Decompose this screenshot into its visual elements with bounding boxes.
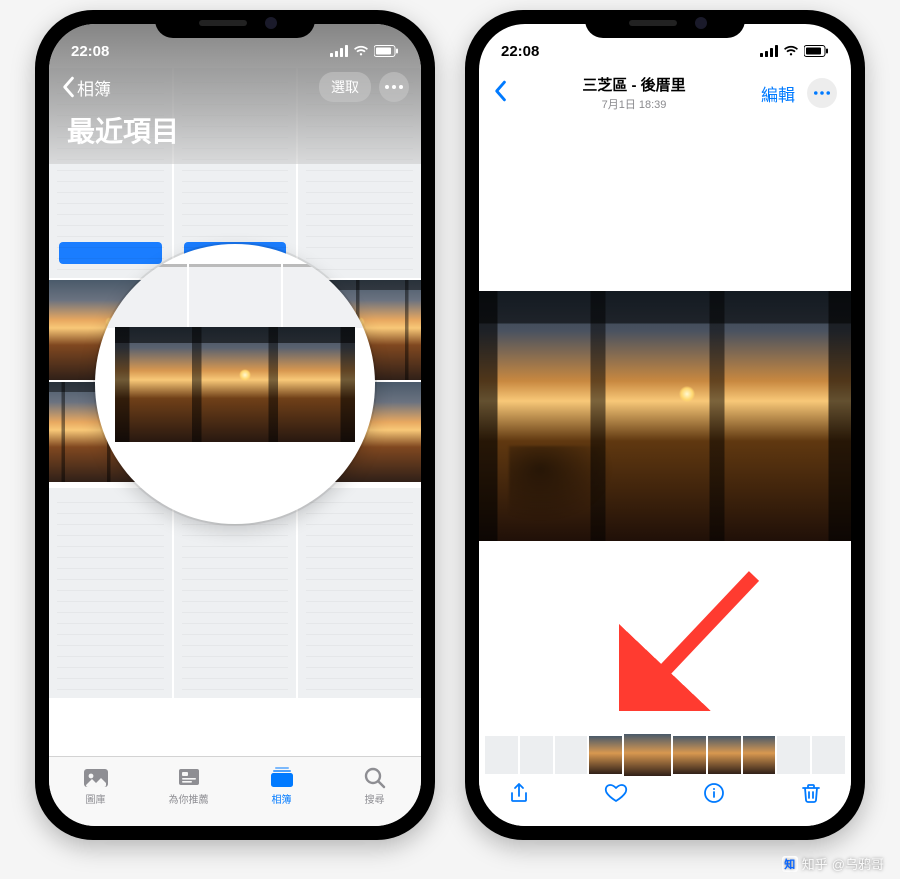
watermark-site: 知乎 — [802, 854, 828, 873]
zhihu-logo-icon: 知 — [782, 856, 798, 872]
more-button[interactable] — [379, 72, 409, 102]
heart-icon — [604, 781, 628, 805]
status-time: 22:08 — [501, 43, 539, 60]
filmstrip-thumb[interactable] — [708, 736, 741, 774]
ellipsis-icon — [385, 85, 403, 89]
tab-albums[interactable]: 相簿 — [235, 757, 328, 826]
albums-icon — [268, 765, 296, 789]
delete-button[interactable] — [799, 781, 823, 810]
tab-library[interactable]: 圖庫 — [49, 757, 142, 826]
filmstrip-thumb[interactable] — [777, 736, 810, 774]
status-time: 22:08 — [71, 43, 109, 60]
page-title: 最近項目 — [49, 106, 421, 154]
phone-frame-left: 22:08 — [35, 10, 435, 840]
tab-for-you[interactable]: 為你推薦 — [142, 757, 235, 826]
pinch-zoom-preview — [95, 244, 375, 524]
chevron-left-icon — [493, 80, 507, 102]
phone-frame-right: 22:08 三芝區 - 後厝里 7月1日 18:39 編輯 — [465, 10, 865, 840]
battery-icon — [374, 45, 399, 57]
status-indicators — [330, 45, 399, 57]
more-button[interactable] — [807, 78, 837, 108]
tab-label: 為你推薦 — [169, 791, 209, 806]
back-button[interactable] — [493, 80, 507, 107]
photo-main[interactable] — [479, 291, 851, 541]
search-icon — [361, 765, 389, 789]
photo-title-group: 三芝區 - 後厝里 7月1日 18:39 — [582, 74, 685, 112]
screen-left: 22:08 — [49, 24, 421, 826]
share-button[interactable] — [507, 781, 531, 810]
filmstrip-thumb-selected[interactable] — [624, 734, 671, 776]
tab-search[interactable]: 搜尋 — [328, 757, 421, 826]
ellipsis-icon — [814, 91, 830, 95]
filmstrip-thumb[interactable] — [485, 736, 518, 774]
photo-location: 三芝區 - 後厝里 — [582, 74, 685, 95]
chevron-left-icon — [61, 76, 75, 98]
edit-button[interactable]: 編輯 — [761, 81, 795, 106]
annotation-arrow — [619, 561, 769, 716]
photo-toolbar — [479, 776, 851, 826]
detail-nav: 三芝區 - 後厝里 7月1日 18:39 編輯 — [479, 68, 851, 116]
arrow-icon — [619, 561, 769, 711]
back-button[interactable]: 相簿 — [61, 75, 111, 100]
notch — [585, 10, 745, 38]
tab-bar: 圖庫 為你推薦 相簿 搜尋 — [49, 756, 421, 826]
photo-viewer[interactable] — [479, 116, 851, 826]
status-indicators — [760, 45, 829, 57]
tab-label: 相簿 — [272, 791, 292, 806]
watermark: 知 知乎 @乌鸦哥 — [782, 854, 884, 873]
filmstrip-thumb[interactable] — [589, 736, 622, 774]
filmstrip-thumb[interactable] — [743, 736, 776, 774]
share-icon — [507, 781, 531, 805]
signal-icon — [760, 45, 778, 57]
info-icon — [702, 781, 726, 805]
wifi-icon — [353, 45, 369, 57]
favorite-button[interactable] — [604, 781, 628, 810]
filmstrip-thumb[interactable] — [673, 736, 706, 774]
zoomed-photo — [115, 327, 355, 442]
trash-icon — [799, 781, 823, 805]
for-you-icon — [175, 765, 203, 789]
wifi-icon — [783, 45, 799, 57]
info-button[interactable] — [702, 781, 726, 810]
battery-icon — [804, 45, 829, 57]
filmstrip-thumb[interactable] — [520, 736, 553, 774]
screen-right: 22:08 三芝區 - 後厝里 7月1日 18:39 編輯 — [479, 24, 851, 826]
filmstrip-thumb[interactable] — [812, 736, 845, 774]
back-label: 相簿 — [77, 75, 111, 100]
watermark-author: @乌鸦哥 — [832, 854, 884, 873]
library-icon — [82, 765, 110, 789]
photo-datetime: 7月1日 18:39 — [582, 96, 685, 112]
tab-label: 搜尋 — [365, 791, 385, 806]
signal-icon — [330, 45, 348, 57]
filmstrip-thumb[interactable] — [555, 736, 588, 774]
tab-label: 圖庫 — [86, 791, 106, 806]
notch — [155, 10, 315, 38]
filmstrip[interactable] — [479, 734, 851, 776]
select-button[interactable]: 選取 — [319, 72, 371, 102]
